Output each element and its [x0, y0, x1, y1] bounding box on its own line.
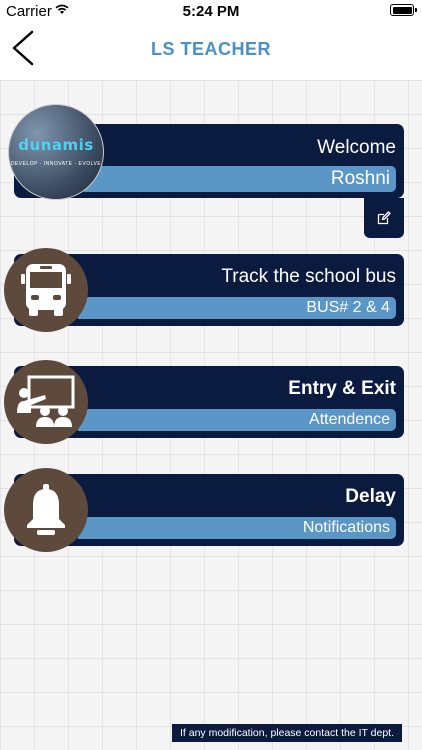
logo-wordmark: dunamis — [18, 135, 94, 154]
status-bar: Carrier 5:24 PM — [0, 0, 422, 22]
bus-numbers: BUS# 2 & 4 — [78, 297, 396, 319]
bell-icon-circle[interactable] — [4, 468, 88, 552]
track-bus-heading: Track the school bus — [221, 266, 396, 287]
page-title: LS TEACHER — [150, 39, 271, 59]
delay-heading: Delay — [345, 486, 396, 507]
edit-icon — [377, 211, 391, 225]
clock: 5:24 PM — [182, 3, 240, 20]
teacher-name: Roshni — [84, 166, 396, 192]
notifications-label: Notifications — [78, 517, 396, 539]
bus-icon-circle[interactable] — [4, 248, 88, 332]
classroom-icon-circle[interactable] — [4, 360, 88, 444]
bell-icon — [27, 484, 65, 535]
battery-icon — [390, 4, 417, 16]
navigation-bar: LS TEACHER — [0, 22, 422, 80]
attendance-label: Attendence — [78, 409, 396, 431]
classroom-icon — [17, 375, 75, 427]
entry-exit-heading: Entry & Exit — [288, 378, 396, 399]
welcome-heading: Welcome — [317, 137, 396, 158]
school-bus-icon — [21, 264, 71, 316]
edit-profile-button[interactable] — [364, 198, 404, 238]
logo-tagline: DEVELOP · INNOVATE · EVOLVE — [10, 160, 102, 167]
footer-note: If any modification, please contact the … — [172, 724, 402, 742]
school-logo: dunamis DEVELOP · INNOVATE · EVOLVE — [8, 104, 104, 200]
